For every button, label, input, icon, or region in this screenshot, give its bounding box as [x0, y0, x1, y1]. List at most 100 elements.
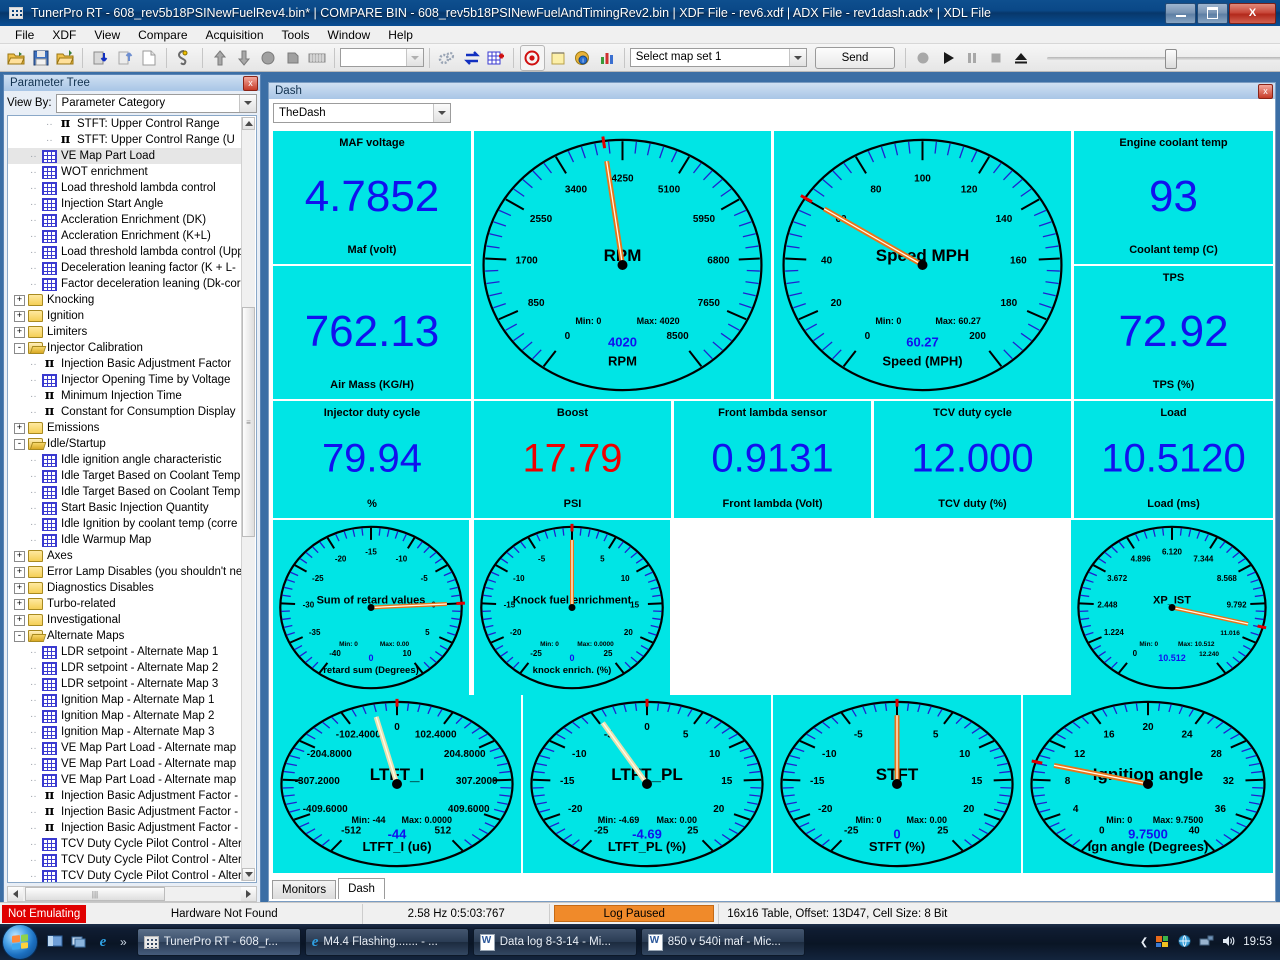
overflow-chevron-icon[interactable]: » — [120, 935, 127, 949]
tree-item[interactable]: ·· Deceleration leaning factor (K + L- — [8, 260, 242, 276]
tree-item[interactable]: ·· Idle Target Based on Coolant Temp — [8, 484, 242, 500]
parameter-tree-list[interactable]: ·· π STFT: Upper Control Range ·· π STFT: Upp… — [7, 115, 257, 883]
gauge-ignition-angle[interactable]: 0 4 8 12 16 20 24 28 32 36 40 Ignition angle Min: 0M… — [1023, 695, 1273, 873]
toolbar-blank-combo[interactable] — [340, 48, 425, 67]
tree-item[interactable]: ·· VE Map Part Load - Alternate map — [8, 740, 242, 756]
gauge-ltft-i[interactable]: -512 -409.6000 -307.2000 -204.8000 -102.4000… — [273, 695, 521, 873]
task-m44-flashing[interactable]: e M4.4 Flashing....... - ... — [304, 928, 469, 956]
tree-item[interactable]: ·· π Injection Basic Adjustment Factor - — [8, 820, 242, 836]
tree-vertical-scrollbar[interactable]: ≡ — [241, 117, 255, 881]
tree-item[interactable]: ·· VE Map Part Load — [8, 148, 242, 164]
scroll-left-button[interactable] — [8, 887, 23, 901]
readout-tcv-duty-cycle[interactable]: TCV duty cycle 12.000 TCV duty (%) — [874, 401, 1071, 518]
tree-item[interactable]: + Limiters — [8, 324, 242, 340]
security-icon[interactable] — [1155, 934, 1170, 951]
close-icon[interactable]: x — [1258, 83, 1273, 99]
collapse-icon[interactable]: - — [14, 438, 25, 450]
menu-help[interactable]: Help — [379, 26, 422, 44]
acquisition-icon[interactable] — [173, 46, 195, 70]
stop-icon[interactable] — [985, 46, 1007, 70]
readout-maf-voltage[interactable]: MAF voltage 4.7852 Maf (volt) — [273, 131, 471, 264]
tree-item[interactable]: ·· Injector Opening Time by Voltage — [8, 372, 242, 388]
emulation-icon[interactable] — [520, 44, 545, 71]
task-data-log[interactable]: Data log 8-3-14 - Mi... — [472, 928, 637, 956]
tree-item[interactable]: ·· Idle Warmup Map — [8, 532, 242, 548]
tree-item[interactable]: ·· Start Basic Injection Quantity — [8, 500, 242, 516]
gauge-sum-of-retard-values[interactable]: -40-35-30-25-20-15-10-50510Sum of retard… — [273, 520, 469, 695]
pause-icon[interactable] — [961, 46, 983, 70]
readout-air-mass-kg-h[interactable]: 762.13 Air Mass (KG/H) — [273, 266, 471, 399]
tray-chevron-icon[interactable]: ❮ — [1140, 937, 1148, 948]
tree-item[interactable]: ·· π Minimum Injection Time — [8, 388, 242, 404]
gears-icon[interactable] — [436, 46, 458, 70]
expand-icon[interactable]: + — [14, 422, 25, 434]
hex-editor-icon[interactable] — [306, 46, 328, 70]
volume-icon[interactable] — [1221, 934, 1236, 951]
upload-arrow-icon[interactable] — [208, 46, 230, 70]
tree-item[interactable]: ·· TCV Duty Cycle Pilot Control - Alter — [8, 868, 242, 882]
tree-item[interactable]: ·· Idle Ignition by coolant temp (corre — [8, 516, 242, 532]
tree-item[interactable]: ·· Accleration Enrichment (DK) — [8, 212, 242, 228]
new-file-icon[interactable] — [138, 46, 160, 70]
tree-item[interactable]: ·· VE Map Part Load - Alternate map — [8, 772, 242, 788]
tree-item[interactable]: ·· TCV Duty Cycle Pilot Control - Alter — [8, 852, 242, 868]
play-icon[interactable] — [936, 46, 958, 70]
notes-icon[interactable] — [547, 46, 569, 70]
tree-item[interactable]: ·· π STFT: Upper Control Range — [8, 116, 242, 132]
menu-acquisition[interactable]: Acquisition — [197, 26, 273, 44]
open-compare-icon[interactable] — [54, 46, 76, 70]
gauge-ltft-pl[interactable]: -25 -20 -15 -10 -5 0 5 10 15 20 25 LTFT_PL Min: -4.6… — [523, 695, 771, 873]
scroll-up-button[interactable] — [242, 117, 255, 130]
close-icon[interactable]: x — [243, 75, 258, 91]
collapse-icon[interactable]: - — [14, 630, 25, 642]
tree-item[interactable]: ·· π Injection Basic Adjustment Factor - — [8, 788, 242, 804]
tab-dash[interactable]: Dash — [338, 878, 385, 899]
minimize-button[interactable] — [1165, 2, 1196, 24]
taskbar-clock[interactable]: 19:53 — [1243, 936, 1272, 948]
tree-item[interactable]: + Diagnostics Disables — [8, 580, 242, 596]
empty-dash-panel[interactable] — [671, 520, 1069, 695]
tree-item[interactable]: ·· π STFT: Upper Control Range (U — [8, 132, 242, 148]
tree-item[interactable]: - Injector Calibration — [8, 340, 242, 356]
scroll-down-button[interactable] — [242, 868, 255, 881]
tree-item[interactable]: ·· LDR setpoint - Alternate Map 3 — [8, 676, 242, 692]
tree-item[interactable]: ·· LDR setpoint - Alternate Map 2 — [8, 660, 242, 676]
record-icon[interactable] — [912, 46, 934, 70]
expand-icon[interactable]: + — [14, 598, 25, 610]
table-compare-icon[interactable] — [485, 46, 507, 70]
mapset-select[interactable]: Select map set 1 — [629, 48, 808, 67]
tree-item[interactable]: ·· LDR setpoint - Alternate Map 1 — [8, 644, 242, 660]
tree-item[interactable]: + Emissions — [8, 420, 242, 436]
tree-item[interactable]: ·· π Injection Basic Adjustment Factor — [8, 356, 242, 372]
tree-item[interactable]: + Investigational — [8, 612, 242, 628]
show-desktop-icon[interactable] — [46, 933, 64, 951]
expand-icon[interactable]: + — [14, 550, 25, 562]
tree-item[interactable]: ·· TCV Duty Cycle Pilot Control - Alter — [8, 836, 242, 852]
tree-item[interactable]: + Axes — [8, 548, 242, 564]
internet-explorer-icon[interactable]: e — [94, 933, 112, 951]
slider-thumb[interactable] — [1164, 48, 1177, 69]
expand-icon[interactable]: + — [14, 566, 25, 578]
tree-item[interactable]: ·· π Constant for Consumption Display — [8, 404, 242, 420]
tab-monitors[interactable]: Monitors — [272, 880, 337, 899]
tree-item[interactable]: ·· π Injection Basic Adjustment Factor - — [8, 804, 242, 820]
eject-icon[interactable] — [1009, 46, 1031, 70]
gauge-speed-mph[interactable]: 020406080100120140160180200Speed MPHMin:… — [774, 131, 1071, 399]
readout-boost[interactable]: Boost 17.79 PSI — [474, 401, 671, 518]
close-button[interactable]: X — [1229, 2, 1276, 24]
tree-item[interactable]: ·· Idle Target Based on Coolant Temp — [8, 468, 242, 484]
info-icon[interactable]: i — [571, 46, 593, 70]
expand-icon[interactable]: + — [14, 310, 25, 322]
gauge-rpm[interactable]: 0 850 1700 2550 3400 4250 5100 5950 6800 7650 8500… — [474, 131, 771, 399]
readout-front-lambda-sensor[interactable]: Front lambda sensor 0.9131 Front lambda (V… — [674, 401, 871, 518]
tree-item[interactable]: ·· VE Map Part Load - Alternate map — [8, 756, 242, 772]
tree-item[interactable]: + Ignition — [8, 308, 242, 324]
chevron-down-icon[interactable] — [433, 104, 450, 122]
dash-select[interactable]: TheDash — [273, 103, 451, 123]
readout-tps[interactable]: TPS 72.92 TPS (%) — [1074, 266, 1273, 399]
gauge-stft[interactable]: -25-20-15-10-50510152025STFTMin: 0Max: 0… — [773, 695, 1021, 873]
send-button[interactable]: Send — [815, 46, 896, 69]
gauge-xp-ist[interactable]: 0 1.224 2.448 3.672 4.896 6.120 7.344 8.568 9.79… — [1071, 520, 1273, 695]
menu-view[interactable]: View — [85, 26, 129, 44]
menu-compare[interactable]: Compare — [129, 26, 196, 44]
